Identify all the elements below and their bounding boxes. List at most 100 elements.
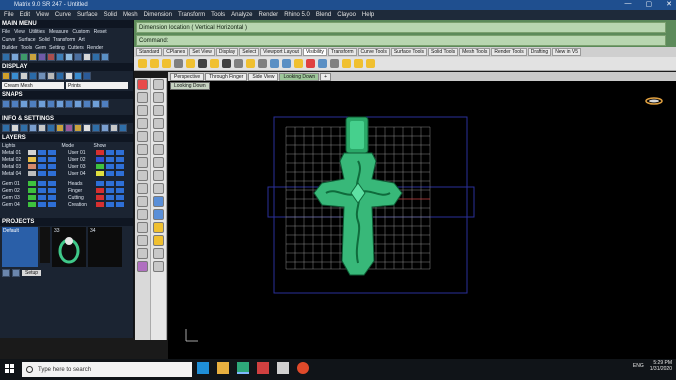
layer-row[interactable]: User 02 (66, 156, 132, 163)
info-icon[interactable] (83, 124, 91, 132)
layer-row[interactable]: User 01 (66, 149, 132, 156)
tab-display[interactable]: Display (215, 48, 239, 56)
arc-icon[interactable] (137, 144, 148, 155)
display-icon[interactable] (65, 72, 73, 80)
menu-view[interactable]: View (36, 12, 49, 18)
layer-lock-icon[interactable] (116, 157, 124, 162)
info-icon[interactable] (38, 124, 46, 132)
sphere-icon[interactable] (153, 170, 164, 181)
menu-surface[interactable]: Surface (77, 12, 98, 18)
layer-row[interactable]: Gem 01 (0, 180, 66, 187)
minimize-button[interactable]: — (625, 0, 632, 8)
pen-app-icon[interactable] (277, 362, 289, 374)
tab-select[interactable]: Select (239, 48, 260, 56)
layer-lock-icon[interactable] (116, 164, 124, 169)
layer-row[interactable]: Metal 02 (0, 156, 66, 163)
snap-icon[interactable] (2, 100, 10, 108)
tool-icon[interactable] (92, 53, 100, 61)
menu-tools[interactable]: Tools (211, 12, 225, 18)
main-menu-measure[interactable]: Measure (49, 29, 68, 35)
taskbar-search-box[interactable]: Type here to search (22, 362, 192, 377)
layer-lock-icon[interactable] (116, 171, 124, 176)
display-icon[interactable] (74, 72, 82, 80)
tool-icon[interactable] (56, 53, 64, 61)
layer-row[interactable]: User 03 (66, 163, 132, 170)
line-icon[interactable] (153, 92, 164, 103)
layer-visibility-icon[interactable] (38, 150, 46, 155)
builder-art[interactable]: Art (78, 37, 84, 43)
builder-surface[interactable]: Surface (18, 37, 35, 43)
snap-icon[interactable] (65, 100, 73, 108)
display-mode-field[interactable]: Cream Mesh (2, 82, 64, 89)
display-icon[interactable] (56, 72, 64, 80)
builder-curve[interactable]: Curve (2, 37, 15, 43)
layer-lock-icon[interactable] (48, 188, 56, 193)
layer-swatch[interactable] (28, 164, 36, 169)
layer-lock-icon[interactable] (48, 150, 56, 155)
tab-transform[interactable]: Transform (327, 48, 357, 56)
tab-viewport-layout[interactable]: Viewport Layout (260, 48, 302, 56)
lightbulb-icon[interactable] (342, 59, 351, 68)
lightbulb-icon[interactable] (186, 59, 195, 68)
point-icon[interactable] (137, 92, 148, 103)
layer-swatch[interactable] (28, 202, 36, 207)
layer-visibility-icon[interactable] (106, 195, 114, 200)
move-icon[interactable] (153, 235, 164, 246)
main-menu-file[interactable]: File (2, 29, 10, 35)
lightbulb-icon[interactable] (150, 59, 159, 68)
snap-icon[interactable] (20, 100, 28, 108)
circle-icon[interactable] (137, 131, 148, 142)
tab-standard[interactable]: Standard (136, 48, 163, 56)
layer-visibility-icon[interactable] (38, 171, 46, 176)
info-icon[interactable] (29, 124, 37, 132)
close-button[interactable]: ✕ (666, 0, 672, 8)
info-icon[interactable] (119, 124, 127, 132)
layer-swatch[interactable] (28, 181, 36, 186)
transform-icon[interactable] (153, 222, 164, 233)
layer-row[interactable]: Gem 04 (0, 201, 66, 208)
command-input[interactable]: Command: (136, 35, 666, 46)
display-icon[interactable] (47, 72, 55, 80)
lock-icon[interactable] (198, 59, 207, 68)
snap-icon[interactable] (74, 100, 82, 108)
main-menu-custom[interactable]: Custom (72, 29, 89, 35)
snap-icon[interactable] (47, 100, 55, 108)
viewport-canvas[interactable] (168, 81, 676, 359)
project-thumb-small[interactable] (40, 227, 50, 263)
select-icon[interactable] (153, 79, 164, 90)
layer-visibility-icon[interactable] (106, 188, 114, 193)
tool-icon[interactable] (20, 53, 28, 61)
info-icon[interactable] (56, 124, 64, 132)
tab-cplanes[interactable]: CPlanes (163, 48, 189, 56)
project-thumb-33[interactable]: 33 (52, 227, 86, 267)
layer-row[interactable]: User 04 (66, 170, 132, 177)
layer-swatch[interactable] (28, 188, 36, 193)
builder-transform[interactable]: Transform (53, 37, 76, 43)
builder-cutters[interactable]: Cutters (68, 45, 84, 51)
tool-icon[interactable] (38, 53, 46, 61)
layer-lock-icon[interactable] (48, 195, 56, 200)
menu-analyze[interactable]: Analyze (231, 12, 252, 18)
tool-icon[interactable] (101, 53, 109, 61)
viewport-tab-perspective[interactable]: Perspective (170, 72, 205, 81)
rectangle-icon[interactable] (137, 157, 148, 168)
freeform-icon[interactable] (153, 105, 164, 116)
lock-icon[interactable] (174, 59, 183, 68)
tray-date[interactable]: 1/31/2020 (650, 366, 672, 372)
boolean-icon[interactable] (153, 196, 164, 207)
layer-swatch[interactable] (96, 157, 104, 162)
main-menu-reset[interactable]: Reset (94, 29, 107, 35)
layer-lock-icon[interactable] (48, 157, 56, 162)
info-icon[interactable] (65, 124, 73, 132)
extrude-icon[interactable] (137, 222, 148, 233)
info-icon[interactable] (101, 124, 109, 132)
display-icon[interactable] (83, 72, 91, 80)
surface-icon[interactable] (137, 196, 148, 207)
viewport-tab-through-finger[interactable]: Through Finger (205, 72, 248, 81)
builder-builder[interactable]: Builder (2, 45, 18, 51)
viewport-looking-down[interactable] (168, 81, 676, 359)
tab-set-view[interactable]: Set View (189, 48, 215, 56)
viewport-tab-side-view[interactable]: Side View (248, 72, 279, 81)
layer-lock-icon[interactable] (116, 181, 124, 186)
menu-curve[interactable]: Curve (55, 12, 71, 18)
